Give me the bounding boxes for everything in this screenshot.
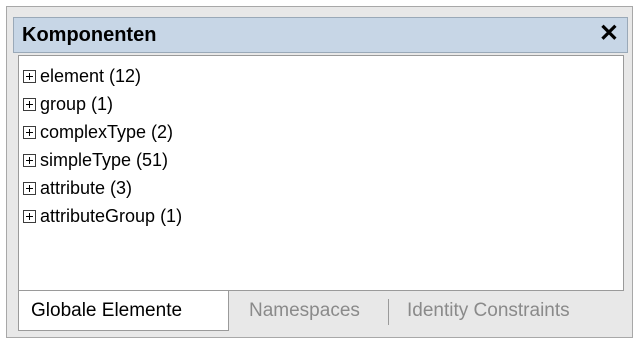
- expand-plus-icon[interactable]: [23, 181, 36, 195]
- components-panel: Komponenten ✕ element (12) group (1) com…: [6, 6, 633, 338]
- tree-node-complextype[interactable]: complexType (2): [19, 118, 623, 146]
- expand-plus-icon[interactable]: [23, 97, 36, 111]
- tab-identity-constraints[interactable]: Identity Constraints: [395, 291, 582, 331]
- tree-node-label: attributeGroup (1): [40, 205, 183, 226]
- tree-node-element[interactable]: element (12): [19, 62, 623, 90]
- expand-plus-icon[interactable]: [23, 125, 36, 139]
- tab-divider: [388, 299, 389, 325]
- tree-node-label: complexType (2): [40, 121, 174, 142]
- close-icon[interactable]: ✕: [599, 21, 619, 47]
- tab-namespaces[interactable]: Namespaces: [237, 291, 372, 331]
- tree-node-simpletype[interactable]: simpleType (51): [19, 146, 623, 174]
- tree-node-label: element (12): [40, 65, 142, 86]
- panel-title: Komponenten: [22, 24, 157, 46]
- tree-node-group[interactable]: group (1): [19, 90, 623, 118]
- component-tree: element (12) group (1) complexType (2) s…: [18, 55, 624, 291]
- expand-plus-icon[interactable]: [23, 69, 36, 83]
- tree-node-label: simpleType (51): [40, 149, 169, 170]
- tree-node-attributegroup[interactable]: attributeGroup (1): [19, 202, 623, 230]
- tree-node-label: group (1): [40, 93, 114, 114]
- tree-node-attribute[interactable]: attribute (3): [19, 174, 623, 202]
- expand-plus-icon[interactable]: [23, 209, 36, 223]
- tree-node-label: attribute (3): [40, 177, 133, 198]
- panel-titlebar: Komponenten ✕: [13, 17, 628, 53]
- tab-bar: Globale Elemente Namespaces Identity Con…: [18, 291, 624, 335]
- expand-plus-icon[interactable]: [23, 153, 36, 167]
- tab-globale-elemente[interactable]: Globale Elemente: [18, 291, 229, 331]
